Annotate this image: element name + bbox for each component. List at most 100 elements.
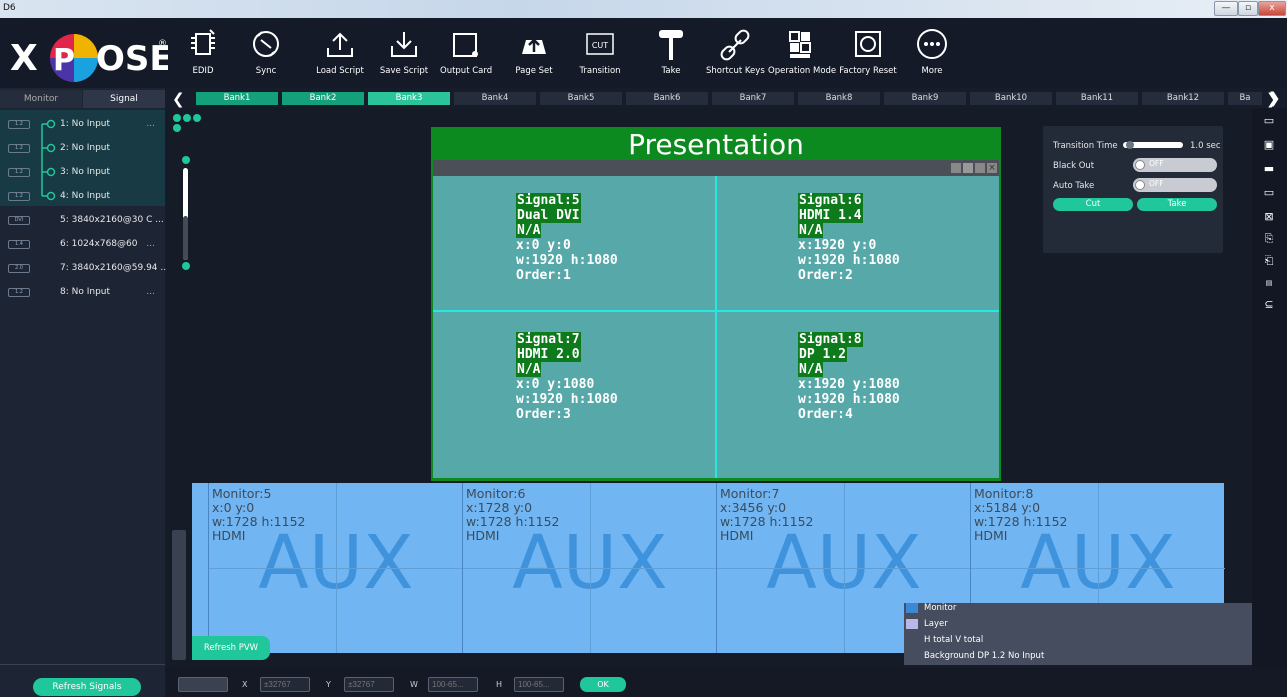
minimize-button[interactable]: — [1214, 1, 1238, 16]
legend-monitor: Monitor [904, 600, 1224, 616]
auto-icon[interactable]: ▤ [1262, 276, 1276, 290]
slider-handle[interactable] [1126, 141, 1134, 149]
layer-close-icon[interactable]: × [987, 163, 997, 173]
layer-window-2[interactable]: Signal:6 HDMI 1.4 N/A x:1920 y:0 w:1920 … [798, 193, 900, 283]
divider [0, 664, 165, 665]
layer-name-field[interactable] [178, 677, 228, 692]
bank-tab-8[interactable]: Bank8 [798, 92, 880, 105]
maximize-button[interactable]: ▫ [1238, 1, 1258, 16]
take-button[interactable]: Take [648, 26, 694, 84]
layer-window-3[interactable]: Signal:7 HDMI 2.0 N/A x:0 y:1080 w:1920 … [516, 332, 618, 422]
zoom-out-icon[interactable] [183, 114, 191, 122]
window-minimize-icon[interactable]: ▭ [1262, 186, 1276, 200]
bank-tab-9[interactable]: Bank9 [884, 92, 966, 105]
signal-label: 6: 1024x768@60 [60, 239, 138, 249]
signal-item-8[interactable]: 1.2 8: No Input ... [0, 280, 165, 304]
zoom-plus-icon[interactable] [182, 156, 190, 164]
refresh-signals-button[interactable]: Refresh Signals [33, 678, 141, 696]
x-input[interactable] [260, 677, 310, 692]
operation-mode-button[interactable]: Operation Mode [768, 26, 836, 84]
bank-tab-10[interactable]: Bank10 [970, 92, 1052, 105]
monitor-5[interactable]: Monitor:5 x:0 y:0 w:1728 h:1152 HDMI AUX [208, 483, 463, 653]
signal-item-6[interactable]: 1.4 6: 1024x768@60 ... [0, 232, 165, 256]
signal-item-7[interactable]: 2.0 7: 3840x2160@59.94 ... [0, 256, 169, 280]
signal-item-3[interactable]: 1.2 3: No Input [0, 160, 165, 184]
svg-text:®: ® [158, 39, 167, 49]
bank-tab-11[interactable]: Bank11 [1056, 92, 1138, 105]
signal-label: 3: No Input [60, 167, 111, 177]
layer-window-4[interactable]: Signal:8 DP 1.2 N/A x:1920 y:1080 w:1920… [798, 332, 900, 422]
close-layer-icon[interactable]: ⊠ [1262, 210, 1276, 224]
auto-take-label: Auto Take [1053, 181, 1095, 191]
bank-tab-1[interactable]: Bank1 [196, 92, 278, 105]
layer-fullscreen-icon[interactable] [975, 163, 985, 173]
take-lever-icon [659, 30, 683, 60]
bank-tab-7[interactable]: Bank7 [712, 92, 794, 105]
cut-button[interactable]: Cut [1053, 198, 1133, 211]
right-panel-toggle-icon[interactable]: ❯ [1268, 89, 1281, 107]
layer-toolbar: × [433, 160, 999, 176]
monitor-6[interactable]: Monitor:6 x:1728 y:0 w:1728 h:1152 HDMI … [462, 483, 717, 653]
clear-icon[interactable]: ⊆ [1262, 298, 1276, 312]
signal-item-5[interactable]: DVI 5: 3840x2160@30 C ... [0, 208, 165, 232]
paste-icon[interactable]: ⎗ [1262, 254, 1276, 268]
tab-signal[interactable]: Signal [83, 90, 165, 108]
y-input[interactable] [344, 677, 394, 692]
h-input[interactable] [514, 677, 564, 692]
copy-icon[interactable]: ⎘ [1262, 232, 1276, 246]
bank-tab-4[interactable]: Bank4 [454, 92, 536, 105]
layer-lock-icon[interactable] [951, 163, 961, 173]
bank-tab-13[interactable]: Ba [1228, 92, 1262, 105]
more-button[interactable]: More [912, 26, 952, 84]
more-options-icon[interactable]: ... [146, 112, 155, 136]
bank-prev-icon[interactable]: ❮ [172, 90, 185, 108]
bank-tab-2[interactable]: Bank2 [282, 92, 364, 105]
auto-take-toggle[interactable]: OFF [1133, 178, 1217, 192]
presentation-screen[interactable]: Presentation × Signal:5 Dual DVI N/A x:0… [431, 127, 1001, 481]
link-icon [720, 29, 750, 61]
load-script-button[interactable]: Load Script [314, 26, 366, 84]
save-script-button[interactable]: Save Script [378, 26, 430, 84]
page-set-button[interactable]: Page Set [512, 26, 556, 84]
signal-item-1[interactable]: 1.2 1: No Input ... [0, 112, 165, 136]
bank-tab-12[interactable]: Bank12 [1142, 92, 1224, 105]
monitor-grid-line [209, 568, 463, 569]
svg-text:CUT: CUT [592, 41, 608, 50]
bank-tab-3[interactable]: Bank3 [368, 92, 450, 105]
shortcut-keys-button[interactable]: Shortcut Keys [706, 26, 765, 84]
dvi-port-icon: DVI [8, 216, 30, 225]
bank-tab-5[interactable]: Bank5 [540, 92, 622, 105]
signal-item-2[interactable]: 1.2 2: No Input [0, 136, 165, 160]
layer-split-icon[interactable] [963, 163, 973, 173]
layout-canvas[interactable]: Presentation × Signal:5 Dual DVI N/A x:0… [166, 108, 1252, 668]
output-card-button[interactable]: Output Card [440, 26, 492, 84]
dp-port-icon: 1.2 [8, 168, 30, 177]
signal-item-4[interactable]: 1.2 4: No Input [0, 184, 165, 208]
tab-monitor[interactable]: Monitor [0, 90, 82, 108]
zoom-in-icon[interactable] [193, 114, 201, 122]
zoom-fit-icon[interactable] [173, 114, 181, 122]
close-button[interactable]: x [1258, 1, 1286, 16]
sync-button[interactable]: Sync [246, 26, 286, 84]
zoom-down-icon[interactable] [173, 124, 181, 132]
edid-button[interactable]: EDID [182, 26, 224, 84]
factory-reset-button[interactable]: Factory Reset [838, 26, 898, 84]
vertical-scrollbar[interactable] [172, 530, 186, 660]
layer-window-1[interactable]: Signal:5 Dual DVI N/A x:0 y:0 w:1920 h:1… [516, 193, 618, 283]
bank-tab-6[interactable]: Bank6 [626, 92, 708, 105]
transition-time-label: Transition Time [1053, 141, 1118, 151]
ok-button[interactable]: OK [580, 677, 626, 692]
presentation-title: Presentation [628, 128, 804, 161]
window-front-icon[interactable]: ▣ [1262, 138, 1276, 152]
take-action-button[interactable]: Take [1137, 198, 1217, 211]
more-options-icon[interactable]: ... [146, 280, 155, 304]
legend-background: Background DP 1.2 No Input [924, 651, 1045, 661]
w-input[interactable] [428, 677, 478, 692]
window-stack-icon[interactable]: ▭ [1262, 114, 1276, 128]
more-options-icon[interactable]: ... [146, 232, 155, 256]
window-back-icon[interactable]: ▬ [1262, 162, 1276, 176]
transition-button[interactable]: CUT Transition [578, 26, 622, 84]
black-out-toggle[interactable]: OFF [1133, 158, 1217, 172]
zoom-minus-icon[interactable] [182, 262, 190, 270]
refresh-pvw-button[interactable]: Refresh PVW [192, 636, 270, 660]
